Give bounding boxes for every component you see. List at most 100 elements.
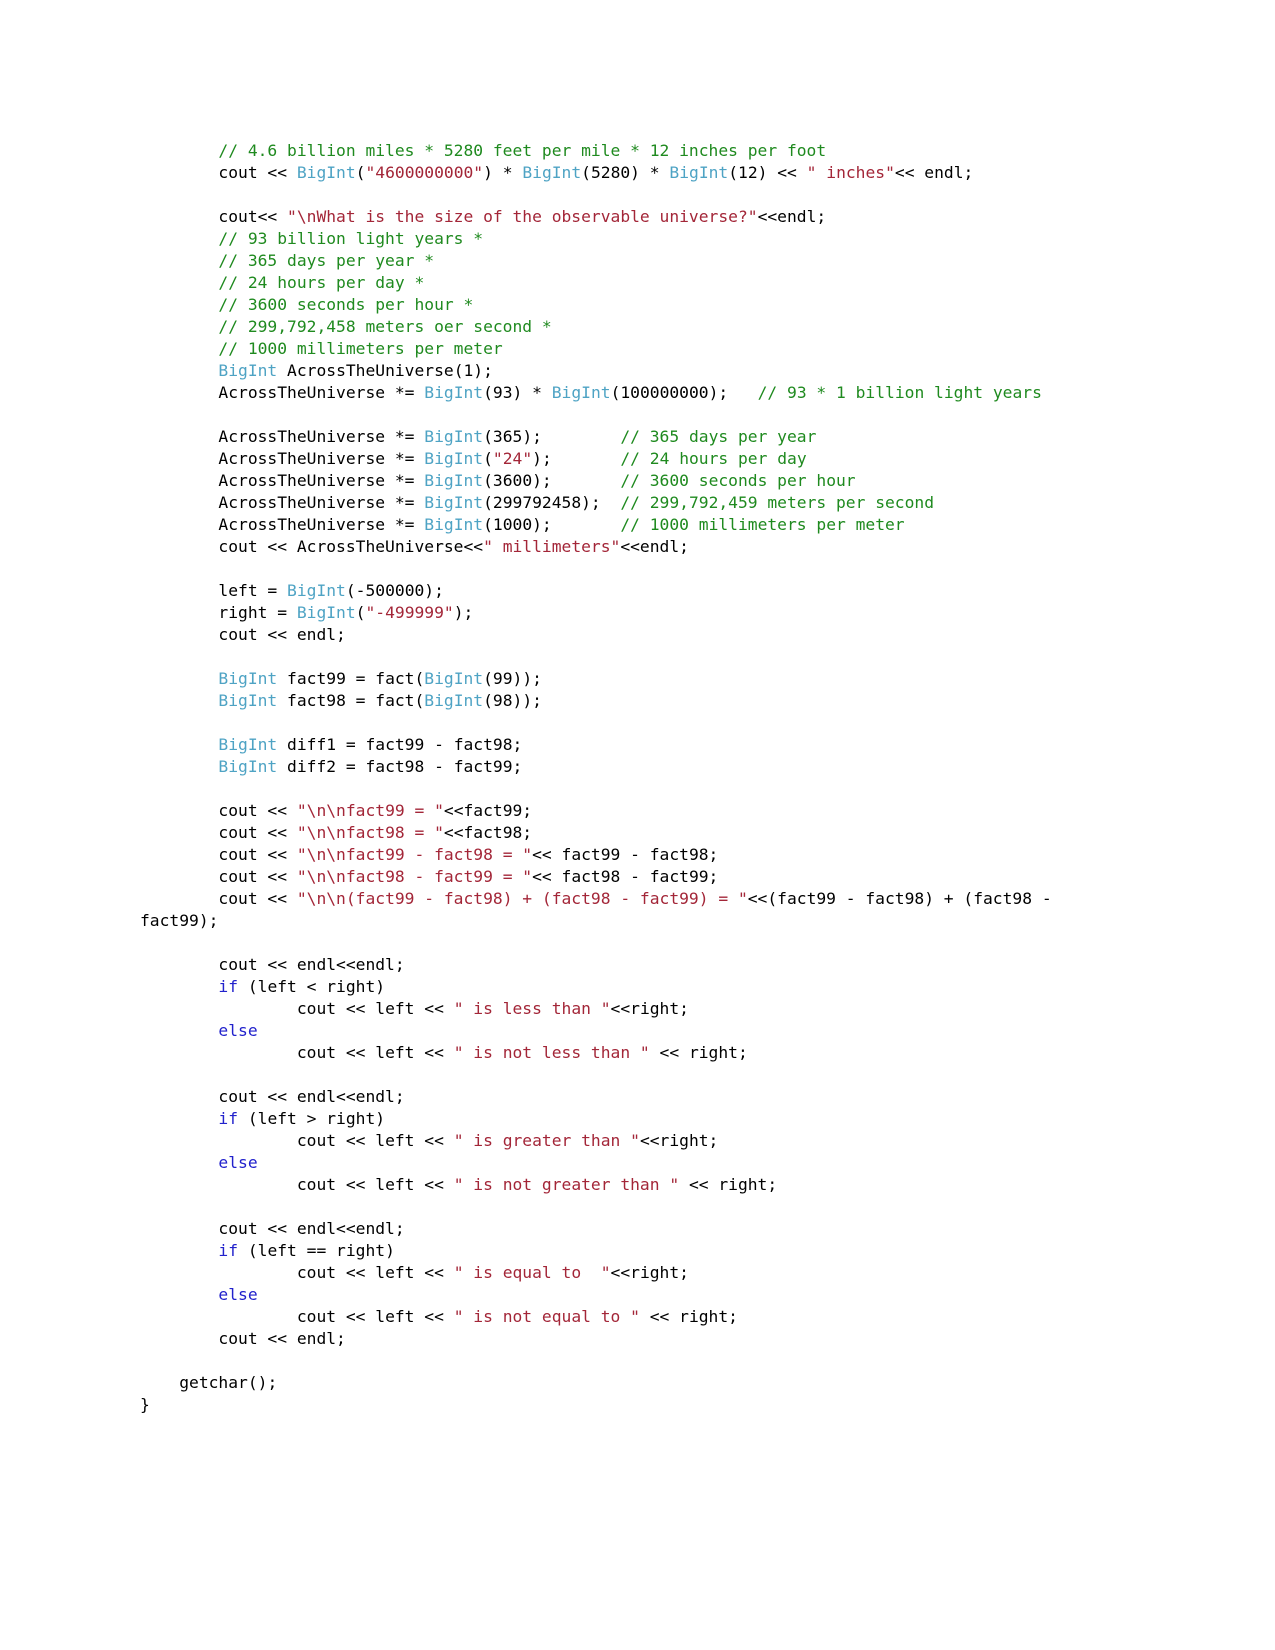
code-token-plain: } <box>140 1395 150 1414</box>
code-token-comment: // 365 days per year * <box>140 251 435 270</box>
code-token-plain: cout << <box>140 867 297 886</box>
code-line: cout << "\n\n(fact99 - fact98) + (fact98… <box>140 888 1135 932</box>
code-token-comment: // 24 hours per day <box>620 449 807 468</box>
code-token-string: " inches" <box>806 163 895 182</box>
code-line: cout << endl<<endl; <box>140 1086 1135 1108</box>
code-token-plain: (12) << <box>728 163 807 182</box>
code-line: else <box>140 1020 1135 1042</box>
code-token-type: BigInt <box>218 691 278 710</box>
code-line: AcrossTheUniverse *= BigInt(299792458); … <box>140 492 1135 514</box>
code-token-type: BigInt <box>218 735 278 754</box>
code-line: else <box>140 1284 1135 1306</box>
code-token-plain: cout << <box>140 889 297 908</box>
code-line: // 299,792,458 meters oer second * <box>140 316 1135 338</box>
code-line: // 4.6 billion miles * 5280 feet per mil… <box>140 140 1135 162</box>
code-token-string: "24" <box>492 449 533 468</box>
code-token-plain: <<right; <box>639 1131 719 1150</box>
code-listing: // 4.6 billion miles * 5280 feet per mil… <box>140 140 1135 1416</box>
code-token-plain: ( <box>355 603 366 622</box>
code-token-plain: <<fact98; <box>443 823 533 842</box>
code-token-type: BigInt <box>287 581 346 600</box>
code-token-type: BigInt <box>424 515 484 534</box>
code-token-plain: getchar(); <box>140 1373 278 1392</box>
code-line: cout << endl; <box>140 624 1135 646</box>
code-token-comment: // 3600 seconds per hour <box>620 471 856 490</box>
code-line: AcrossTheUniverse *= BigInt(365); // 365… <box>140 426 1135 448</box>
code-token-plain: AcrossTheUniverse *= <box>140 493 425 512</box>
code-line: if (left > right) <box>140 1108 1135 1130</box>
code-token-kw: if <box>218 1109 239 1128</box>
code-token-kw: if <box>218 977 239 996</box>
code-line: AcrossTheUniverse *= BigInt("24"); // 24… <box>140 448 1135 470</box>
code-token-plain: AcrossTheUniverse *= <box>140 471 425 490</box>
code-token-plain: ( <box>483 449 493 468</box>
code-line: cout << left << " is greater than "<<rig… <box>140 1130 1135 1152</box>
code-token-plain: ) * <box>483 163 523 182</box>
code-token-plain: cout << endl<<endl; <box>140 955 405 974</box>
code-token-type: BigInt <box>424 449 484 468</box>
code-line: BigInt fact98 = fact(BigInt(98)); <box>140 690 1135 712</box>
code-token-plain: (left == right) <box>238 1241 395 1260</box>
code-token-string: "\n\nfact99 - fact98 = " <box>296 845 533 864</box>
code-token-string: " is equal to " <box>453 1263 611 1282</box>
code-line: cout << "\n\nfact99 - fact98 = "<< fact9… <box>140 844 1135 866</box>
code-token-plain: cout << left << <box>140 1263 454 1282</box>
code-line: // 3600 seconds per hour * <box>140 294 1135 316</box>
code-line: BigInt AcrossTheUniverse(1); <box>140 360 1135 382</box>
code-token-plain: << endl; <box>894 163 974 182</box>
code-token-plain: diff1 = fact99 - fact98; <box>277 735 523 754</box>
code-token-string: "\n\nfact99 = " <box>296 801 444 820</box>
code-line: getchar(); <box>140 1372 1135 1394</box>
code-token-plain: << fact99 - fact98; <box>532 845 719 864</box>
code-token-string: "\n\n(fact99 - fact98) + (fact98 - fact9… <box>296 889 748 908</box>
code-line: if (left == right) <box>140 1240 1135 1262</box>
code-line: // 93 billion light years * <box>140 228 1135 250</box>
code-token-plain: (left > right) <box>238 1109 386 1128</box>
code-token-string: " is less than " <box>453 999 611 1018</box>
code-token-type: BigInt <box>551 383 611 402</box>
code-token-string: "4600000000" <box>365 163 484 182</box>
code-token-plain: cout<< <box>140 207 288 226</box>
code-token-plain: cout << endl; <box>140 625 346 644</box>
code-line: else <box>140 1152 1135 1174</box>
code-token-plain: cout << left << <box>140 1131 454 1150</box>
code-line: cout << endl<<endl; <box>140 954 1135 976</box>
code-line: cout << "\n\nfact98 = "<<fact98; <box>140 822 1135 844</box>
code-line: BigInt diff1 = fact99 - fact98; <box>140 734 1135 756</box>
code-line: left = BigInt(-500000); <box>140 580 1135 602</box>
code-token-comment: // 365 days per year <box>620 427 817 446</box>
code-token-plain: diff2 = fact98 - fact99; <box>277 757 523 776</box>
code-token-comment: // 3600 seconds per hour * <box>140 295 474 314</box>
code-line: cout << BigInt("4600000000") * BigInt(52… <box>140 162 1135 184</box>
code-token-plain: (98)); <box>483 691 542 710</box>
code-token-string: "\n\nfact98 - fact99 = " <box>296 867 533 886</box>
code-line: AcrossTheUniverse *= BigInt(1000); // 10… <box>140 514 1135 536</box>
code-line: BigInt diff2 = fact98 - fact99; <box>140 756 1135 778</box>
code-token-plain: cout << <box>140 163 297 182</box>
code-token-plain: AcrossTheUniverse *= <box>140 383 425 402</box>
code-token-plain: << right; <box>639 1307 738 1326</box>
code-token-plain: cout << AcrossTheUniverse<< <box>140 537 484 556</box>
code-line: cout << left << " is not greater than " … <box>140 1174 1135 1196</box>
code-line: } <box>140 1394 1135 1416</box>
code-line: cout << endl; <box>140 1328 1135 1350</box>
code-token-plain: (93) * <box>483 383 552 402</box>
code-line: cout << left << " is less than "<<right; <box>140 998 1135 1020</box>
code-token-comment: // 1000 millimeters per meter <box>140 339 503 358</box>
code-token-plain: ); <box>453 603 474 622</box>
code-token-plain: (1000); <box>483 515 621 534</box>
code-line: if (left < right) <box>140 976 1135 998</box>
code-token-comment: // 299,792,458 meters oer second * <box>140 317 552 336</box>
code-line: BigInt fact99 = fact(BigInt(99)); <box>140 668 1135 690</box>
code-line: // 365 days per year * <box>140 250 1135 272</box>
